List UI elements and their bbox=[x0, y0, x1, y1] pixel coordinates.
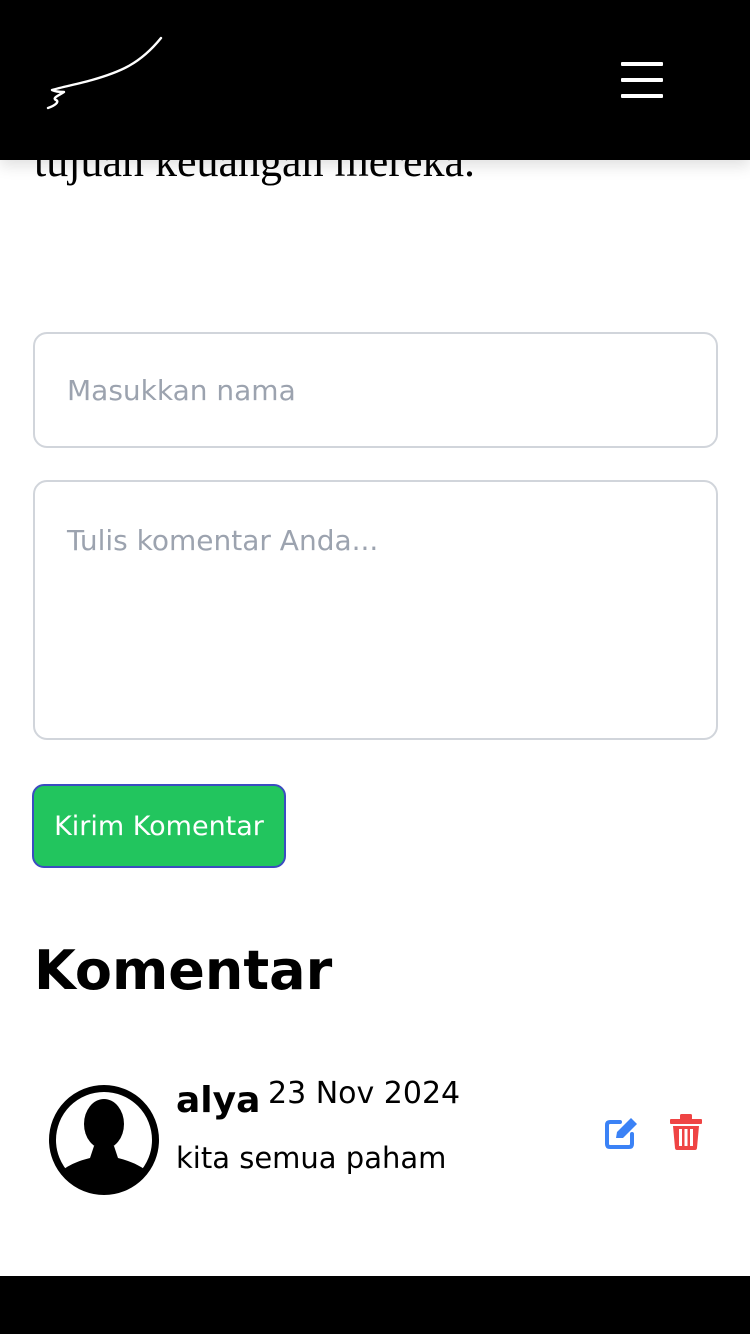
name-input[interactable] bbox=[33, 332, 718, 448]
comment-body: kita semua paham bbox=[176, 1141, 447, 1175]
edit-icon[interactable] bbox=[604, 1116, 640, 1150]
submit-comment-button[interactable]: Kirim Komentar bbox=[32, 784, 286, 868]
comments-section-title: Komentar bbox=[34, 939, 333, 1002]
comment-author: alya bbox=[176, 1080, 261, 1121]
top-header bbox=[0, 0, 750, 160]
hamburger-menu-icon[interactable] bbox=[614, 56, 670, 104]
comment-textarea[interactable] bbox=[33, 480, 718, 740]
signature-logo[interactable] bbox=[44, 34, 168, 114]
footer-bar bbox=[0, 1276, 750, 1334]
user-avatar-icon bbox=[49, 1085, 159, 1195]
comment-item: alya 23 Nov 2024 kita semua paham bbox=[34, 1060, 724, 1220]
trash-icon[interactable] bbox=[670, 1114, 702, 1150]
comment-date: 23 Nov 2024 bbox=[268, 1076, 461, 1111]
